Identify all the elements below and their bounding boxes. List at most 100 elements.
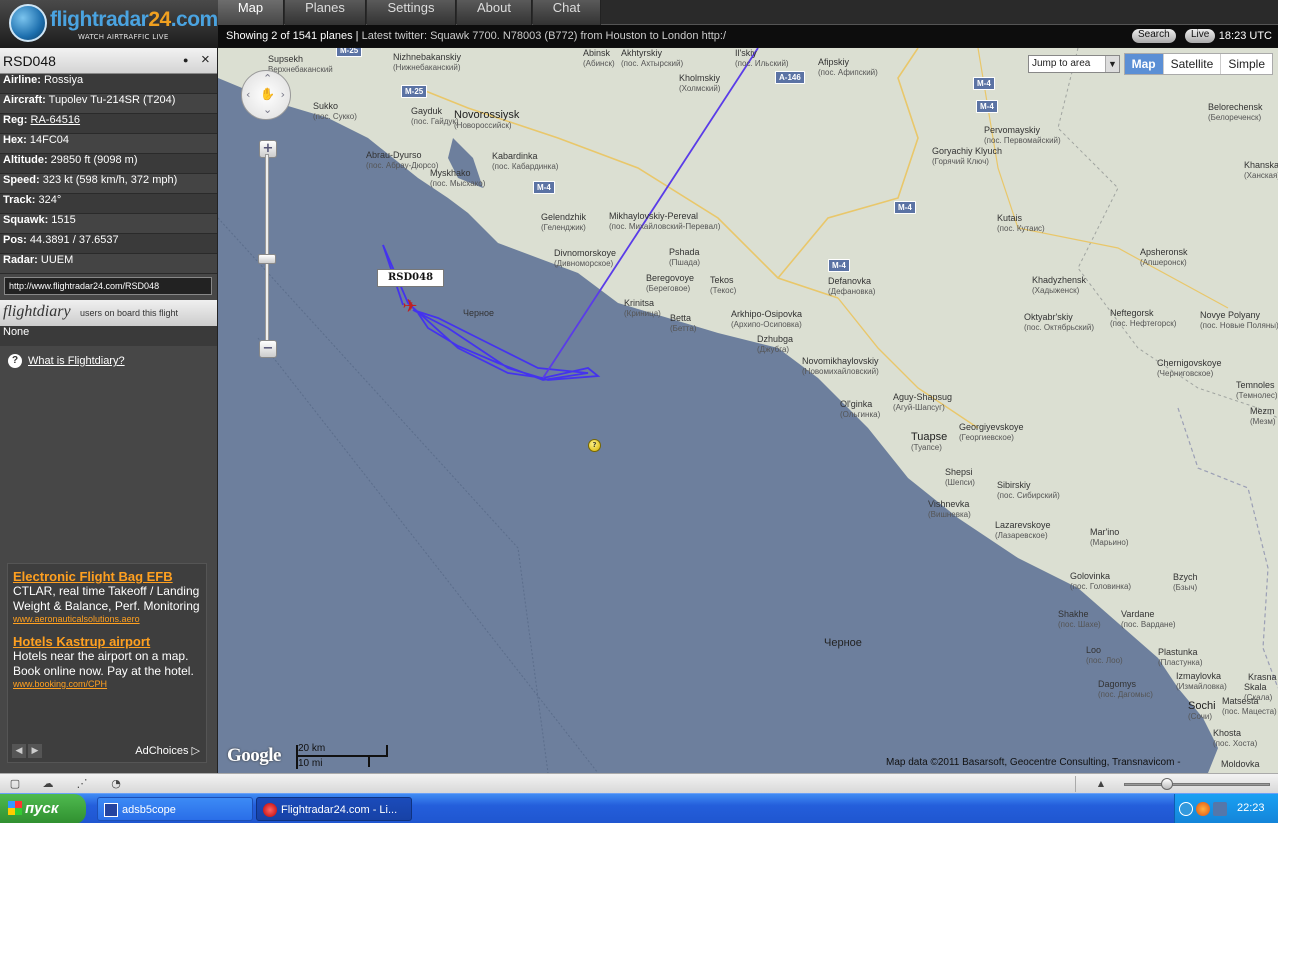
place-label: Shakhe (пос. Шахе) <box>1058 609 1101 629</box>
place-label: Abrau-Dyurso (пос. Абрау-Дюрсо) <box>366 150 439 170</box>
ad-item[interactable]: Hotels Kastrup airport Hotels near the a… <box>13 634 201 689</box>
tray-firefox-icon[interactable] <box>1196 802 1210 816</box>
pin-icon[interactable]: ● <box>183 55 188 65</box>
flightdiary-value: None <box>0 326 217 346</box>
zoom-page-slider-knob[interactable] <box>1161 778 1173 790</box>
ad-text: Hotels near the airport on a map. Book o… <box>13 649 194 678</box>
map-canvas[interactable]: Supsekh Верхнебаканский Nizhnebakanskiy (Н… <box>218 48 1278 773</box>
page-footer-toolbar: ▢ ☁ ⋰ ◔ ▲ <box>0 773 1278 793</box>
place-label: Sukko (пос. Сукко) <box>313 101 357 121</box>
place-label: Oktyabr'skiy (пос. Октябрьский) <box>1024 312 1094 332</box>
flight-panel-header: RSD048 ● × <box>0 48 217 74</box>
reg-link[interactable]: RA-64516 <box>31 114 81 126</box>
place-label: Tekos (Текос) <box>710 275 737 295</box>
ad-url[interactable]: www.aeronauticalsolutions.aero <box>13 614 201 624</box>
flightradar-logo[interactable]: flightradar24.com WATCH AIRTRAFFIC LIVE <box>0 0 218 48</box>
flightdiary-help[interactable]: ? What is Flightdiary? <box>0 354 217 368</box>
place-label: Khadyzhensk (Хадыженск) <box>1032 275 1087 295</box>
arrow-up-icon[interactable]: ▲ <box>1094 777 1108 790</box>
detail-squawk: Squawk: 1515 <box>0 214 217 234</box>
place-label: Gelendzhik (Геленджик) <box>541 212 587 232</box>
map-type-map[interactable]: Map <box>1124 54 1163 74</box>
twitter-ticker[interactable]: Latest twitter: Squawk 7700. N78003 (B77… <box>362 30 726 42</box>
live-button[interactable]: Live <box>1185 29 1216 43</box>
highway-badge: M-4 <box>973 77 995 90</box>
map-type-simple[interactable]: Simple <box>1220 54 1272 74</box>
adchoices-link[interactable]: AdChoices ▷ <box>135 744 200 757</box>
pan-control[interactable]: ⌃ ‹ › ⌄ ✋ <box>241 70 291 120</box>
flight-info-panel: RSD048 ● × Airline: Rossiya Aircraft: Tu… <box>0 48 218 773</box>
place-label: Kutais (пос. Кутаис) <box>997 213 1045 233</box>
pan-down-icon[interactable]: ⌄ <box>263 103 272 116</box>
place-label: Sibirskiy (пос. Сибирский) <box>997 480 1060 500</box>
logo-text: flightradar24.com <box>50 8 218 31</box>
highway-badge: M-4 <box>976 100 998 113</box>
pan-right-icon[interactable]: › <box>281 88 285 101</box>
place-label: Pervomayskiy (пос. Первомайский) <box>984 125 1061 145</box>
start-button[interactable]: пуск <box>0 794 86 823</box>
flightdiary-help-link[interactable]: What is Flightdiary? <box>28 355 125 367</box>
pan-left-icon[interactable]: ‹ <box>246 88 250 101</box>
zoom-slider-track[interactable] <box>265 154 269 344</box>
cloud-icon[interactable]: ☁ <box>41 777 55 790</box>
flight-label[interactable]: RSD048 <box>377 269 444 287</box>
ad-title[interactable]: Hotels Kastrup airport <box>13 634 201 649</box>
place-label: Shepsi (Шепси) <box>945 467 975 487</box>
pan-up-icon[interactable]: ⌃ <box>263 72 272 85</box>
search-button[interactable]: Search <box>1132 29 1176 43</box>
ad-next-icon[interactable]: ▶ <box>28 744 42 758</box>
detail-hex: Hex: 14FC04 <box>0 134 217 154</box>
place-label: Aguy-Shapsug (Агуй-Шапсуг) <box>893 392 953 412</box>
ad-nav: ◀ ▶ <box>12 743 44 758</box>
ad-item[interactable]: Electronic Flight Bag EFB CTLAR, real ti… <box>13 569 201 624</box>
ad-title[interactable]: Electronic Flight Bag EFB <box>13 569 201 584</box>
detail-aircraft: Aircraft: Tupolev Tu-214SR (T204) <box>0 94 217 114</box>
place-label: Nizhnebakanskiy (Нижнебаканский) <box>393 52 462 72</box>
place-label: Gayduk (пос. Гайдук) <box>411 106 459 126</box>
place-label: Loo (пос. Лоо) <box>1086 645 1123 665</box>
tab-settings[interactable]: Settings <box>367 0 456 25</box>
utc-clock: 18:23 UTC <box>1218 30 1272 42</box>
place-label: Lazarevskoye (Лазаревское) <box>995 520 1051 540</box>
tab-chat[interactable]: Chat <box>533 0 601 25</box>
ad-url[interactable]: www.booking.com/CPH <box>13 679 201 689</box>
zoom-slider-knob[interactable] <box>258 254 276 264</box>
plane-icon[interactable]: ✈ <box>400 297 420 317</box>
ad-prev-icon[interactable]: ◀ <box>12 744 26 758</box>
flight-url-field[interactable]: http://www.flightradar24.com/RSD048 <box>4 277 212 295</box>
flight-details: Airline: Rossiya Aircraft: Tupolev Tu-21… <box>0 74 217 274</box>
place-label: Sochi (Сочи) <box>1188 700 1216 722</box>
place-label: Afipskiy (пос. Афипский) <box>818 57 878 77</box>
gauge-icon[interactable]: ◔ <box>109 777 123 790</box>
app-icon <box>104 803 118 817</box>
zoom-out-button[interactable]: − <box>259 340 277 358</box>
zoom-page-slider[interactable] <box>1124 778 1270 790</box>
close-icon[interactable]: × <box>201 51 210 68</box>
window-icon[interactable]: ▢ <box>8 777 22 790</box>
info-marker-icon[interactable]: ? <box>588 439 601 452</box>
share-icon[interactable]: ⋰ <box>75 777 89 790</box>
scale-mi: 10 mi <box>298 758 323 769</box>
taskbar-item[interactable]: adsb5cope <box>97 797 253 821</box>
tab-map[interactable]: Map <box>218 0 284 25</box>
place-label: Il'skiy (пос. Ильский) <box>735 48 789 68</box>
place-label: Chernigovskoye (Черниговское) <box>1157 358 1222 378</box>
tray-arrow-icon[interactable] <box>1179 802 1193 816</box>
place-label: Supsekh Верхнебаканский <box>268 54 333 74</box>
tray-network-icon[interactable] <box>1213 802 1227 816</box>
flightdiary-logo: flightdiary <box>3 303 71 320</box>
place-label: Beregovoye (Береговое) <box>646 273 695 293</box>
place-label: Myskhako (пос. Мысхако) <box>430 168 486 188</box>
logo-tagline: WATCH AIRTRAFFIC LIVE <box>78 33 169 41</box>
jump-to-area-select[interactable]: Jump to area ▼ <box>1028 55 1120 73</box>
detail-airline: Airline: Rossiya <box>0 74 217 94</box>
taskbar-item-active[interactable]: Flightradar24.com - Li... <box>256 797 412 821</box>
detail-speed: Speed: 323 kt (598 km/h, 372 mph) <box>0 174 217 194</box>
tab-planes[interactable]: Planes <box>285 0 366 25</box>
tab-about[interactable]: About <box>457 0 532 25</box>
place-label: Izmaylovka (Измайловка) <box>1176 671 1227 691</box>
browser-viewport: flightradar24.com WATCH AIRTRAFFIC LIVE … <box>0 0 1278 823</box>
flightdiary-header[interactable]: flightdiary users on board this flight <box>0 300 217 326</box>
map-type-satellite[interactable]: Satellite <box>1162 54 1221 74</box>
highway-badge: A-146 <box>775 71 805 84</box>
